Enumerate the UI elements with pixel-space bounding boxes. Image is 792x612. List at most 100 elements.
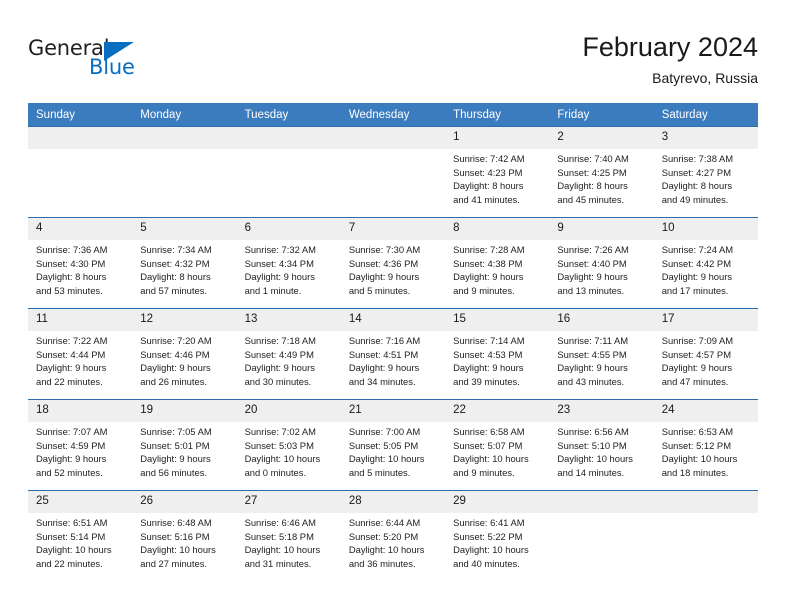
day-info-line: Sunrise: 7:40 AM [557,153,629,164]
day-info-line: Sunrise: 7:28 AM [453,244,525,255]
day-info-line: Daylight: 9 hours [36,362,107,374]
general-blue-logo[interactable]: General Blue [28,36,228,88]
day-sun-info: Sunrise: 7:02 AM Sunset: 5:03 PM Daylight:… [237,422,341,479]
day-info-line: and 9 minutes. [453,466,515,478]
day-info-line: and 30 minutes. [244,375,312,387]
day-number: 3 [653,127,758,149]
calendar-day-cell[interactable]: 28 Sunrise: 6:44 AM Sunset: 5:20 PM Dayligh… [340,490,446,581]
day-info-line: Sunrise: 6:53 AM [661,426,734,437]
day-info-line: Sunset: 4:46 PM [140,348,210,360]
calendar-day-cell[interactable]: 18 Sunrise: 7:07 AM Sunset: 4:59 PM Dayligh… [28,399,133,491]
day-info-line: Daylight: 8 hours [140,271,211,283]
calendar-day-cell[interactable]: 29 Sunrise: 6:41 AM Sunset: 5:22 PM Dayligh… [445,490,550,581]
calendar-day-cell[interactable]: 24 Sunrise: 6:53 AM Sunset: 5:12 PM Dayligh… [653,399,758,491]
day-info-line: Daylight: 10 hours [557,453,633,465]
day-info-line: Daylight: 9 hours [453,271,524,283]
day-info-line: Sunset: 4:55 PM [557,348,627,360]
sunrise-sunset-calendar-table: Sunday Monday Tuesday Wednesday Thursday Frid… [28,103,758,581]
calendar-day-cell[interactable]: 16 Sunrise: 7:11 AM Sunset: 4:55 PM Dayligh… [549,308,654,400]
day-info-line: Sunset: 4:42 PM [661,257,731,269]
calendar-day-cell[interactable]: 8 Sunrise: 7:28 AM Sunset: 4:38 PM Daylight… [445,217,550,309]
logo-word-blue: Blue [89,55,135,79]
calendar-day-cell[interactable]: 27 Sunrise: 6:46 AM Sunset: 5:18 PM Dayligh… [236,490,341,581]
day-info-line: Sunrise: 7:36 AM [36,244,108,255]
calendar-day-cell[interactable]: 14 Sunrise: 7:16 AM Sunset: 4:51 PM Dayligh… [340,308,446,400]
calendar-day-cell[interactable]: 10 Sunrise: 7:24 AM Sunset: 4:42 PM Dayligh… [653,217,758,309]
calendar-week-row: 4 Sunrise: 7:36 AM Sunset: 4:30 PM Daylight… [28,217,758,309]
day-info-line: Daylight: 10 hours [348,453,425,465]
day-info-line: and 1 minute. [244,284,302,296]
day-sun-info: Sunrise: 7:32 AM Sunset: 4:34 PM Daylight:… [237,240,341,297]
calendar-day-cell[interactable]: 3 Sunrise: 7:38 AM Sunset: 4:27 PM Daylight… [653,126,758,218]
calendar-day-cell[interactable]: 4 Sunrise: 7:36 AM Sunset: 4:30 PM Daylight… [28,217,133,309]
day-info-line: Daylight: 10 hours [244,544,321,556]
day-info-line: and 27 minutes. [140,557,207,569]
calendar-day-cell-empty [132,126,237,218]
day-info-line: Sunrise: 7:09 AM [661,335,734,346]
day-info-line: and 26 minutes. [140,375,207,387]
day-info-line: and 52 minutes. [36,466,103,478]
calendar-day-cell[interactable]: 12 Sunrise: 7:20 AM Sunset: 4:46 PM Dayligh… [132,308,237,400]
day-info-line: Sunset: 5:07 PM [453,439,523,451]
day-sun-info: Sunrise: 7:40 AM Sunset: 4:25 PM Daylight:… [549,149,653,206]
calendar-day-cell[interactable]: 13 Sunrise: 7:18 AM Sunset: 4:49 PM Dayligh… [236,308,341,400]
calendar-day-cell[interactable]: 5 Sunrise: 7:34 AM Sunset: 4:32 PM Daylight… [132,217,237,309]
day-info-line: Daylight: 9 hours [140,362,211,374]
day-number [653,491,758,513]
day-info-line: Sunset: 5:10 PM [557,439,627,451]
calendar-day-cell[interactable]: 1 Sunrise: 7:42 AM Sunset: 4:23 PM Daylight… [445,126,550,218]
day-info-line: Daylight: 10 hours [453,544,529,556]
calendar-day-cell[interactable]: 23 Sunrise: 6:56 AM Sunset: 5:10 PM Dayligh… [549,399,654,491]
calendar-day-cell[interactable]: 6 Sunrise: 7:32 AM Sunset: 4:34 PM Daylight… [236,217,341,309]
day-info-line: Daylight: 9 hours [661,362,733,374]
day-info-line: Sunrise: 6:58 AM [453,426,525,437]
day-info-line: Sunrise: 7:26 AM [557,244,629,255]
calendar-day-cell[interactable]: 17 Sunrise: 7:09 AM Sunset: 4:57 PM Dayligh… [653,308,758,400]
day-info-line: Sunrise: 6:51 AM [36,517,108,528]
day-info-line: Sunset: 5:16 PM [140,530,210,542]
calendar-day-cell[interactable]: 20 Sunrise: 7:02 AM Sunset: 5:03 PM Dayligh… [236,399,341,491]
day-info-line: Daylight: 8 hours [36,271,107,283]
calendar-day-cell[interactable]: 25 Sunrise: 6:51 AM Sunset: 5:14 PM Dayligh… [28,490,133,581]
calendar-day-cell-empty [236,126,341,218]
day-info-line: and 13 minutes. [557,284,625,296]
day-info-line: Sunrise: 7:34 AM [140,244,212,255]
calendar-day-cell[interactable]: 21 Sunrise: 7:00 AM Sunset: 5:05 PM Dayligh… [340,399,446,491]
day-number: 7 [340,218,446,240]
day-sun-info: Sunrise: 7:16 AM Sunset: 4:51 PM Daylight:… [341,331,445,388]
calendar-day-cell[interactable]: 26 Sunrise: 6:48 AM Sunset: 5:16 PM Dayligh… [132,490,237,581]
day-info-line: Sunset: 5:05 PM [348,439,419,451]
day-sun-info: Sunrise: 7:28 AM Sunset: 4:38 PM Daylight:… [445,240,549,297]
calendar-day-cell[interactable]: 15 Sunrise: 7:14 AM Sunset: 4:53 PM Dayligh… [445,308,550,400]
calendar-day-cell[interactable]: 11 Sunrise: 7:22 AM Sunset: 4:44 PM Dayligh… [28,308,133,400]
day-number: 12 [132,309,237,331]
day-number: 15 [445,309,550,331]
day-number: 5 [132,218,237,240]
day-sun-info: Sunrise: 7:05 AM Sunset: 5:01 PM Daylight:… [132,422,236,479]
day-info-line: Sunset: 4:34 PM [244,257,314,269]
calendar-day-cell-empty [549,490,654,581]
calendar-day-cell-empty [28,126,133,218]
day-info-line: Daylight: 9 hours [244,271,315,283]
day-number: 2 [549,127,654,149]
day-info-line: Daylight: 9 hours [348,362,420,374]
day-number [132,127,237,149]
day-number: 6 [236,218,341,240]
page-title: February 2024 [582,32,758,62]
calendar-day-cell[interactable]: 19 Sunrise: 7:05 AM Sunset: 5:01 PM Dayligh… [132,399,237,491]
calendar-day-cell[interactable]: 9 Sunrise: 7:26 AM Sunset: 4:40 PM Daylight… [549,217,654,309]
day-sun-info: Sunrise: 6:44 AM Sunset: 5:20 PM Daylight:… [341,513,445,570]
day-number: 25 [28,491,133,513]
calendar-day-cell[interactable]: 7 Sunrise: 7:30 AM Sunset: 4:36 PM Daylight… [340,217,446,309]
day-number: 4 [28,218,133,240]
calendar-day-cell[interactable]: 2 Sunrise: 7:40 AM Sunset: 4:25 PM Daylight… [549,126,654,218]
day-info-line: Sunrise: 6:48 AM [140,517,212,528]
day-info-line: Sunset: 4:53 PM [453,348,523,360]
day-info-line: Sunrise: 7:24 AM [661,244,734,255]
day-sun-info: Sunrise: 6:53 AM Sunset: 5:12 PM Daylight:… [654,422,758,479]
day-sun-info: Sunrise: 7:07 AM Sunset: 4:59 PM Daylight:… [28,422,132,479]
calendar-day-cell[interactable]: 22 Sunrise: 6:58 AM Sunset: 5:07 PM Dayligh… [445,399,550,491]
day-info-line: and 31 minutes. [244,557,312,569]
calendar-week-row: 11 Sunrise: 7:22 AM Sunset: 4:44 PM Dayligh… [28,308,758,400]
day-info-line: Daylight: 10 hours [453,453,529,465]
